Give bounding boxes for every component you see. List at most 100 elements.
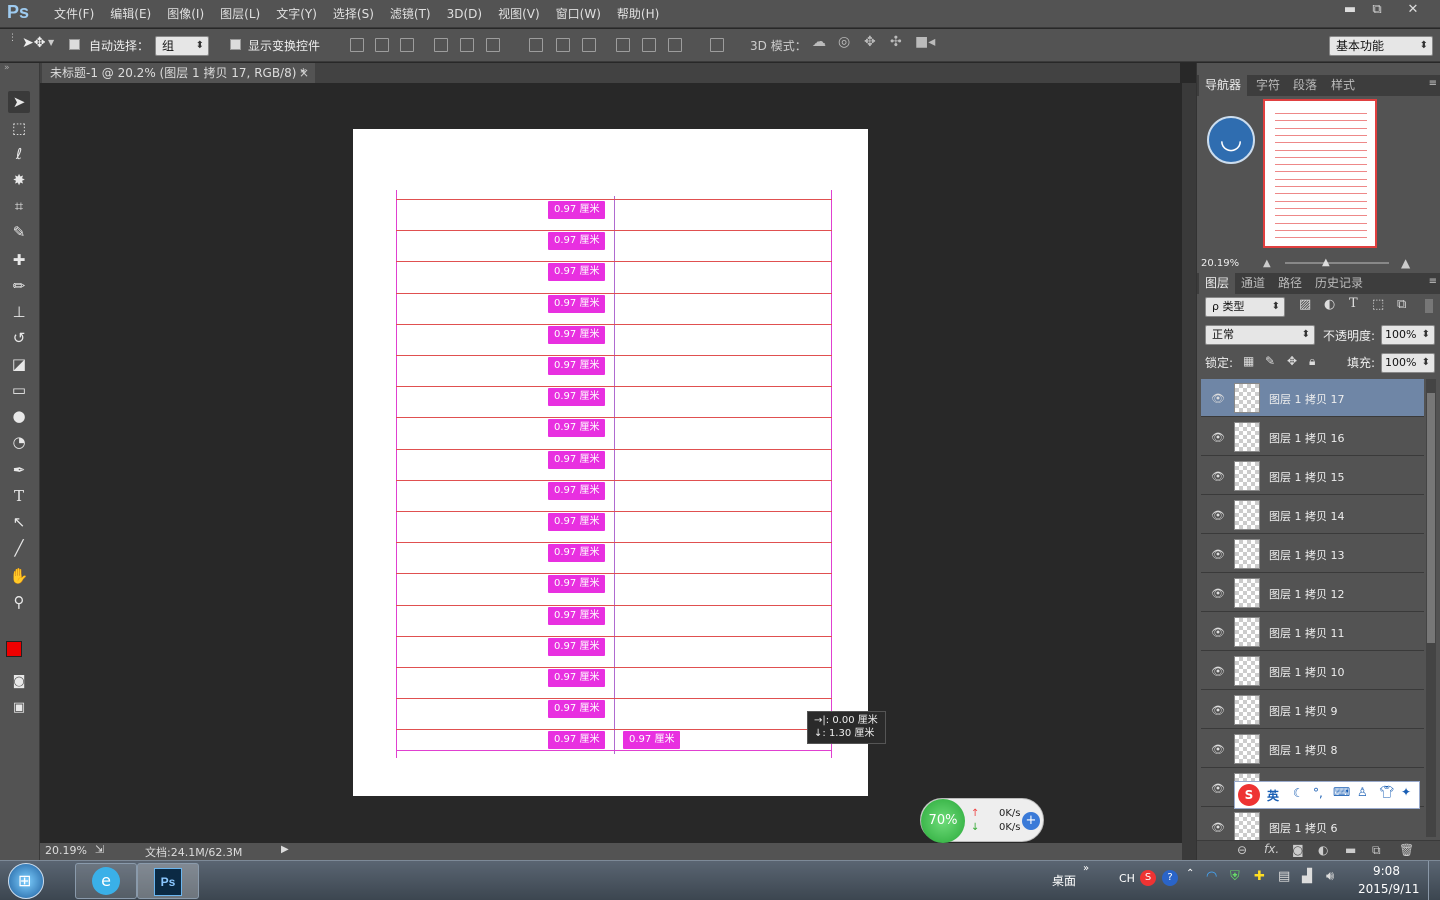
eyedropper-icon[interactable]: ✎: [8, 221, 30, 243]
tab-channels[interactable]: 通道: [1235, 273, 1271, 294]
path-select-icon[interactable]: ↖: [8, 511, 30, 533]
navigator-thumbnail[interactable]: [1263, 99, 1377, 248]
gradient-icon[interactable]: ▭: [8, 379, 30, 401]
lock-all-icon[interactable]: 🔒︎: [1309, 354, 1315, 369]
type-tool-icon[interactable]: T: [8, 485, 30, 507]
clock-date[interactable]: 2015/9/11: [1358, 882, 1420, 896]
layer-row[interactable]: 👁︎ 图层 1 拷贝 9: [1201, 691, 1424, 729]
360-tray-icon[interactable]: ✚: [1254, 869, 1265, 884]
wifi-tray-icon[interactable]: ◠: [1206, 869, 1217, 884]
minimize-button[interactable]: ▬: [1335, 0, 1365, 20]
layer-row[interactable]: 👁︎ 图层 1 拷贝 13: [1201, 535, 1424, 573]
3d-rotate-icon[interactable]: ☁: [812, 34, 826, 50]
start-button[interactable]: ⊞: [8, 863, 44, 899]
zoom-tool-icon[interactable]: ⚲: [8, 591, 30, 613]
move-tool-icon[interactable]: ➤✥: [22, 35, 45, 51]
filter-shape-icon[interactable]: ⬚: [1372, 297, 1384, 312]
clock-time[interactable]: 9:08: [1373, 864, 1400, 878]
layer-name[interactable]: 图层 1 拷贝 12: [1269, 586, 1345, 602]
sogou-icon[interactable]: S: [1238, 784, 1260, 806]
eye-icon[interactable]: 👁︎: [1211, 821, 1225, 834]
marquee-tool-icon[interactable]: ⬚: [8, 117, 30, 139]
lock-transparent-icon[interactable]: ▦: [1243, 354, 1254, 368]
zoom-slider-handle[interactable]: ▲: [1322, 257, 1330, 268]
export-icon[interactable]: ⇲: [95, 843, 104, 856]
dodge-tool-icon[interactable]: ◔: [8, 431, 30, 453]
layer-row[interactable]: 👁︎ 图层 1 拷贝 15: [1201, 457, 1424, 495]
pen-tool-icon[interactable]: ✒: [8, 459, 30, 481]
layer-name[interactable]: 图层 1 拷贝 16: [1269, 430, 1345, 446]
adjustment-icon[interactable]: ◐: [1318, 843, 1328, 857]
tab-character[interactable]: 字符: [1250, 75, 1286, 96]
eye-icon[interactable]: 👁︎: [1211, 704, 1225, 717]
zoom-in-icon[interactable]: ▲: [1401, 256, 1410, 270]
eye-icon[interactable]: 👁︎: [1211, 743, 1225, 756]
sogou-tray-icon[interactable]: S: [1140, 870, 1156, 886]
network-widget[interactable]: 70% ↑ ↓ 0K/s 0K/s +: [920, 798, 1044, 843]
tray-expand-icon[interactable]: ⌃: [1186, 868, 1194, 879]
toolbar-chevron-icon[interactable]: »: [1083, 863, 1089, 874]
distribute-vcenter-icon[interactable]: [556, 38, 570, 52]
menu-edit[interactable]: 编辑(E): [102, 0, 159, 28]
filter-smart-icon[interactable]: ⧉: [1397, 297, 1406, 312]
fx-icon[interactable]: fx.: [1264, 842, 1279, 856]
menu-window[interactable]: 窗口(W): [548, 0, 609, 28]
distribute-right-icon[interactable]: [668, 38, 682, 52]
menu-3d[interactable]: 3D(D): [439, 0, 490, 28]
close-tab-icon[interactable]: ×: [299, 63, 309, 83]
taskbar-photoshop[interactable]: Ps: [137, 863, 199, 899]
ime-toolbar[interactable]: S 英 ☾ °, ⌨ ♙ 👕︎ ✦: [1234, 781, 1420, 809]
menu-view[interactable]: 视图(V): [490, 0, 548, 28]
layer-name[interactable]: 图层 1 拷贝 15: [1269, 469, 1345, 485]
distribute-left-icon[interactable]: [616, 38, 630, 52]
eye-icon[interactable]: 👁︎: [1211, 587, 1225, 600]
filter-pixel-icon[interactable]: ▨: [1299, 297, 1311, 312]
distribute-top-icon[interactable]: [529, 38, 543, 52]
layer-name[interactable]: 图层 1 拷贝 11: [1269, 625, 1345, 641]
align-left-icon[interactable]: [434, 38, 448, 52]
zoom-out-icon[interactable]: ▲: [1263, 258, 1271, 269]
brush-tool-icon[interactable]: ✏: [8, 275, 30, 297]
lock-position-icon[interactable]: ✥: [1287, 354, 1297, 368]
healing-brush-icon[interactable]: ✚: [8, 249, 30, 271]
lasso-tool-icon[interactable]: ℓ: [8, 143, 30, 165]
help-tray-icon[interactable]: ?: [1162, 870, 1178, 886]
trash-icon[interactable]: 🗑︎: [1399, 843, 1414, 857]
layer-row[interactable]: 👁︎ 图层 1 拷贝 17: [1201, 379, 1424, 417]
eye-icon[interactable]: 👁︎: [1211, 509, 1225, 522]
lock-pixels-icon[interactable]: ✎: [1265, 354, 1275, 368]
hand-tool-icon[interactable]: ✋: [8, 565, 30, 587]
link-layers-icon[interactable]: ⊖: [1237, 843, 1247, 857]
layer-row[interactable]: 👁︎ 图层 1 拷贝 10: [1201, 652, 1424, 690]
distribute-hcenter-icon[interactable]: [642, 38, 656, 52]
menu-help[interactable]: 帮助(H): [609, 0, 667, 28]
eye-icon[interactable]: 👁︎: [1211, 665, 1225, 678]
wrench-icon[interactable]: ✦: [1401, 785, 1411, 799]
menu-type[interactable]: 文字(Y): [268, 0, 325, 28]
layer-row[interactable]: 👁︎ 图层 1 拷贝 11: [1201, 613, 1424, 651]
new-layer-icon[interactable]: ⧉: [1372, 843, 1381, 858]
tab-layers[interactable]: 图层: [1199, 273, 1236, 294]
auto-select-dropdown[interactable]: 组: [155, 36, 209, 56]
crop-tool-icon[interactable]: ⌗: [8, 195, 30, 217]
wifi-icon[interactable]: ◡: [1207, 116, 1255, 164]
desktop-toolbar[interactable]: 桌面: [1052, 872, 1076, 889]
workspace-dropdown[interactable]: 基本功能: [1329, 36, 1433, 56]
close-button[interactable]: ✕: [1395, 0, 1431, 20]
foreground-color-swatch[interactable]: [6, 641, 22, 657]
canvas-scrollbar[interactable]: [1182, 83, 1196, 860]
align-hcenter-icon[interactable]: [460, 38, 474, 52]
ime-lang[interactable]: 英: [1267, 787, 1279, 804]
blur-tool-icon[interactable]: ●: [8, 405, 30, 427]
layer-row[interactable]: 👁︎ 图层 1 拷贝 12: [1201, 574, 1424, 612]
status-menu-icon[interactable]: ▶: [281, 844, 289, 855]
fill-input[interactable]: 100%: [1381, 353, 1435, 373]
filter-type-icon[interactable]: T: [1349, 296, 1358, 311]
eye-icon[interactable]: 👁︎: [1211, 548, 1225, 561]
network-tray-icon[interactable]: ▤: [1278, 869, 1290, 884]
show-desktop-button[interactable]: [1428, 861, 1440, 900]
layer-filter-dropdown[interactable]: ρ 类型: [1205, 297, 1285, 317]
align-right-icon[interactable]: [486, 38, 500, 52]
tab-history[interactable]: 历史记录: [1309, 273, 1369, 294]
eye-icon[interactable]: 👁︎: [1211, 431, 1225, 444]
